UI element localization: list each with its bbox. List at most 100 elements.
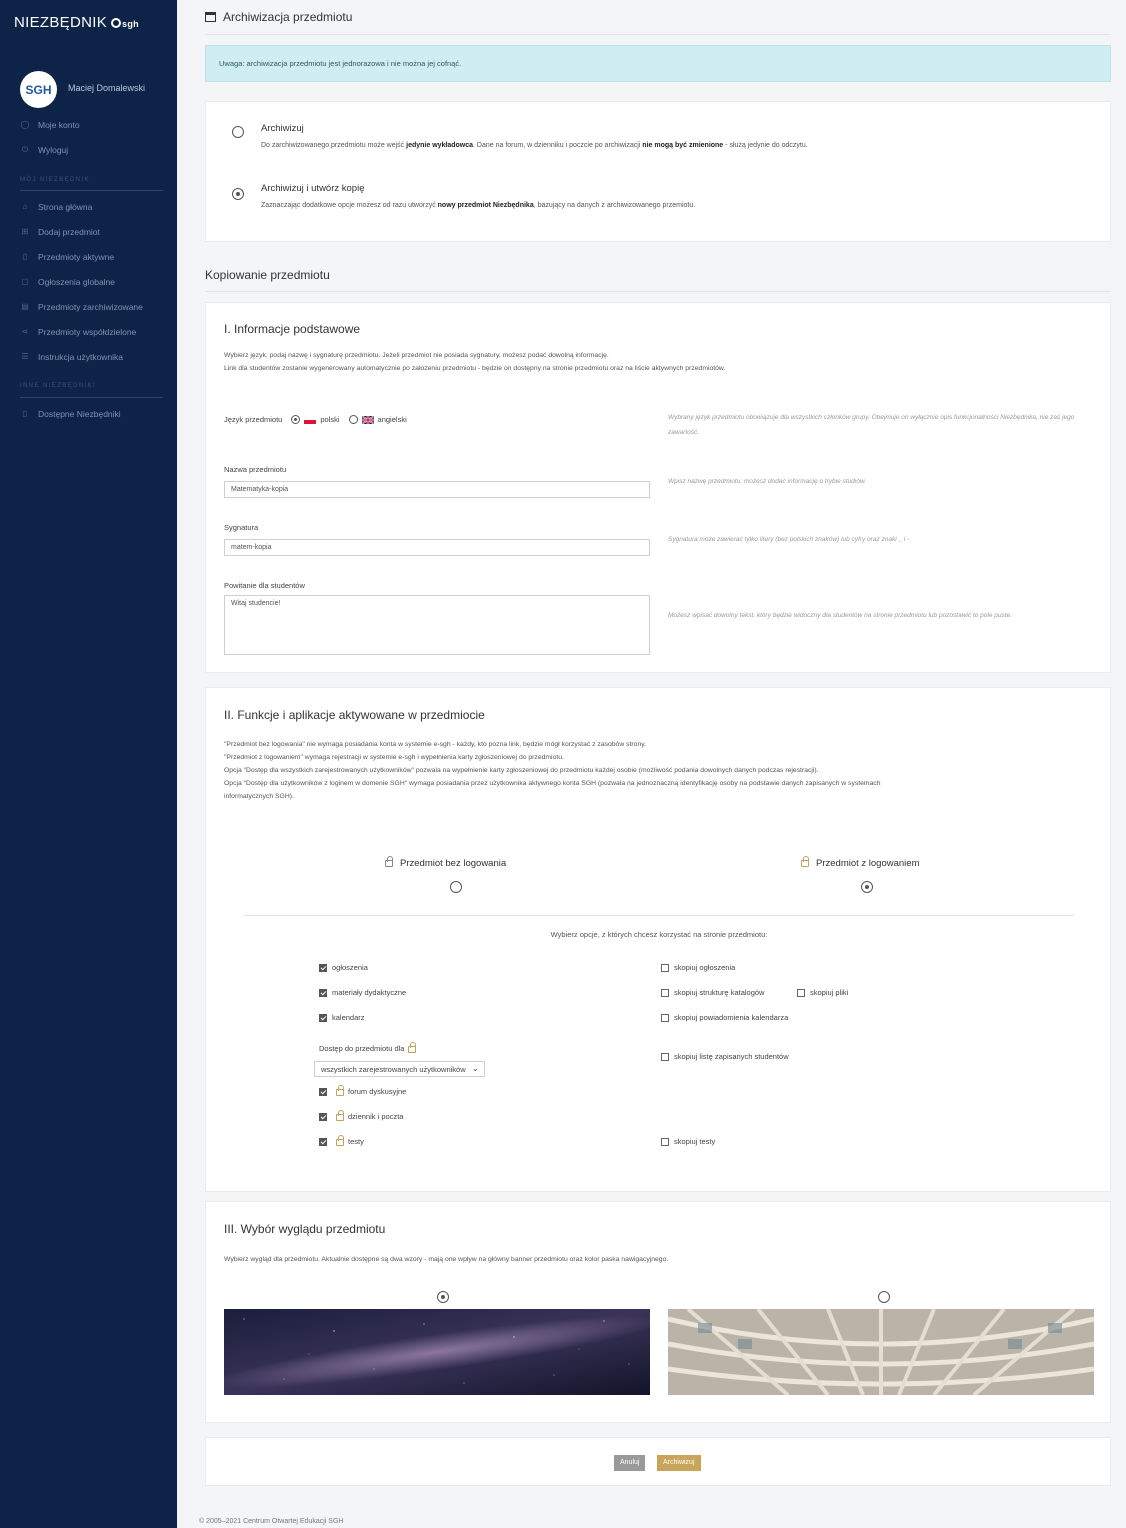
name-label: Nazwa przedmiotu bbox=[224, 465, 287, 474]
option-copy-tests[interactable]: skopiuj testy bbox=[661, 1137, 715, 1147]
archive-copy-title: Archiwizuj i utwórz kopię bbox=[261, 183, 365, 194]
functions-card: II. Funkcje i aplikacje aktywowane w prz… bbox=[205, 687, 1111, 1192]
avatar: SGH bbox=[20, 71, 57, 108]
course-name-input[interactable]: Matematyka-kopia bbox=[224, 481, 650, 498]
option-copy-announcements[interactable]: skopiuj ogłoszenia bbox=[661, 963, 735, 973]
sidebar-item-account[interactable]: ◯ Moje konto bbox=[0, 112, 177, 137]
lang-en-radio[interactable] bbox=[348, 415, 358, 424]
no-login-option-label: Przedmiot bez logowania bbox=[381, 856, 506, 869]
warning-alert: Uwaga: archiwizacja przedmiotu jest jedn… bbox=[205, 45, 1111, 82]
divider bbox=[205, 291, 1111, 292]
signature-input[interactable]: matem-kopia bbox=[224, 539, 650, 556]
basic-info-card: I. Informacje podstawowe Wybierz język, … bbox=[205, 302, 1111, 673]
checkbox[interactable] bbox=[319, 1113, 327, 1122]
welcome-hint: Możesz wpisać dowolny tekst, który będzi… bbox=[668, 612, 1012, 619]
lock-icon bbox=[801, 856, 809, 867]
app-logo[interactable]: NIEZBĘDNIK sgh bbox=[14, 14, 139, 31]
appearance-title: III. Wybór wyglądu przedmiotu bbox=[224, 1222, 386, 1236]
option-materials[interactable]: materiały dydaktyczne bbox=[319, 988, 406, 998]
share-icon: ⋖ bbox=[21, 327, 29, 336]
sidebar-item-shared-courses[interactable]: ⋖ Przedmioty współdzielone bbox=[0, 319, 177, 344]
archive-radio[interactable] bbox=[232, 126, 244, 138]
lock-icon bbox=[385, 856, 393, 867]
lock-icon bbox=[336, 1084, 344, 1096]
section-heading-my: MÓJ NIEZBĘDNIK bbox=[20, 177, 90, 183]
divider bbox=[20, 397, 163, 398]
username: Maciej Domalewski bbox=[68, 83, 146, 93]
checkbox[interactable] bbox=[661, 1138, 669, 1147]
option-copy-files[interactable]: skopiuj pliki bbox=[797, 988, 848, 998]
home-icon: ⌂ bbox=[22, 202, 28, 211]
checkbox[interactable] bbox=[319, 1138, 327, 1147]
lang-pl-radio[interactable] bbox=[291, 415, 301, 424]
book-icon: ▯ bbox=[22, 409, 28, 418]
actions-card: Anuluj Archiwizuj bbox=[205, 1437, 1111, 1486]
book-icon: ▯ bbox=[22, 252, 28, 261]
option-calendar[interactable]: kalendarz bbox=[319, 1013, 365, 1023]
sidebar-item-global-announcements[interactable]: ▢ Ogłoszenia globalne bbox=[0, 269, 177, 294]
welcome-textarea[interactable]: Witaj studencie! bbox=[224, 595, 650, 655]
section-title-copy: Kopiowanie przedmiotu bbox=[205, 268, 330, 282]
option-announcements[interactable]: ogłoszenia bbox=[319, 963, 368, 973]
chevron-down-icon: ⌄ bbox=[471, 1064, 479, 1073]
basic-info-desc: Wybierz język, podaj nazwę i sygnaturę p… bbox=[224, 352, 726, 372]
checkbox[interactable] bbox=[319, 964, 327, 973]
checkbox[interactable] bbox=[319, 989, 327, 998]
options-prompt: Wybierz opcje, z których chcesz korzysta… bbox=[550, 930, 768, 939]
no-login-radio[interactable] bbox=[450, 881, 462, 893]
appearance-card: III. Wybór wyglądu przedmiotu Wybierz wy… bbox=[205, 1201, 1111, 1423]
option-tests[interactable]: testy bbox=[319, 1134, 364, 1147]
with-login-radio[interactable] bbox=[861, 881, 873, 893]
checkbox[interactable] bbox=[661, 1053, 669, 1062]
checkbox[interactable] bbox=[797, 989, 805, 998]
page-title: Archiwizacja przedmiotu bbox=[205, 10, 352, 24]
checkbox[interactable] bbox=[319, 1014, 327, 1023]
option-copy-folders[interactable]: skopiuj strukturę katalogów bbox=[661, 988, 764, 998]
option-diary-mail[interactable]: dziennik i poczta bbox=[319, 1109, 403, 1122]
basic-info-title: I. Informacje podstawowe bbox=[224, 322, 361, 336]
account-nav: ◯ Moje konto ⏻ Wyloguj bbox=[0, 112, 177, 162]
plus-icon: ⊞ bbox=[21, 227, 29, 236]
theme-galaxy-radio[interactable] bbox=[437, 1291, 449, 1303]
access-select[interactable]: wszystkich zarejestrowanych użytkowników… bbox=[314, 1061, 485, 1077]
language-row: Język przedmiotu polski angielski bbox=[224, 415, 407, 424]
galaxy-banner-image[interactable] bbox=[224, 1309, 650, 1395]
archive-icon bbox=[205, 12, 216, 22]
theme-architecture-radio[interactable] bbox=[878, 1291, 890, 1303]
sidebar-item-archived-courses[interactable]: ▤ Przedmioty zarchiwizowane bbox=[0, 294, 177, 319]
list-icon: ☰ bbox=[21, 352, 29, 361]
option-copy-calendar[interactable]: skopiuj powiadomienia kalendarza bbox=[661, 1013, 788, 1023]
option-copy-students[interactable]: skopiuj listę zapisanych studentów bbox=[661, 1052, 789, 1062]
checkbox[interactable] bbox=[319, 1088, 327, 1097]
poland-flag-icon bbox=[304, 415, 317, 424]
sidebar-item-user-guide[interactable]: ☰ Instrukcja użytkownika bbox=[0, 344, 177, 369]
other-nav: ▯ Dostępne Niezbędniki bbox=[0, 401, 177, 426]
main-nav: ⌂ Strona główna ⊞ Dodaj przedmiot ▯ Przedmi… bbox=[0, 194, 177, 369]
archive-copy-desc: Zaznaczając dodatkowe opcje możesz od ra… bbox=[261, 202, 696, 209]
main-content: Archiwizacja przedmiotu Uwaga: archiwiza… bbox=[177, 0, 1126, 1528]
welcome-label: Powitanie dla studentów bbox=[224, 581, 305, 590]
with-login-option-label: Przedmiot z logowaniem bbox=[797, 856, 920, 869]
signature-label: Sygnatura bbox=[224, 523, 259, 532]
lang-pl-label: polski bbox=[320, 415, 340, 424]
sidebar-item-available[interactable]: ▯ Dostępne Niezbędniki bbox=[0, 401, 177, 426]
appearance-desc: Wybierz wygląd dla przedmiotu. Aktualnie… bbox=[224, 1256, 669, 1263]
checkbox[interactable] bbox=[661, 964, 669, 973]
checkbox[interactable] bbox=[661, 1014, 669, 1023]
signature-hint: Sygnatura może zawierać tylko litery (be… bbox=[668, 536, 910, 543]
checkbox[interactable] bbox=[661, 989, 669, 998]
archive-button[interactable]: Archiwizuj bbox=[657, 1455, 701, 1471]
access-label: Dostęp do przedmiotu dla bbox=[319, 1041, 420, 1053]
archive-copy-option: Archiwizuj i utwórz kopię Zaznaczając do… bbox=[261, 183, 695, 209]
sidebar-item-logout[interactable]: ⏻ Wyloguj bbox=[0, 137, 177, 162]
architecture-banner-image[interactable] bbox=[668, 1309, 1094, 1395]
sidebar-item-active-courses[interactable]: ▯ Przedmioty aktywne bbox=[0, 244, 177, 269]
lock-icon bbox=[336, 1109, 344, 1121]
section-heading-other: INNE NIEZBĘDNIKI bbox=[20, 383, 97, 389]
cancel-button[interactable]: Anuluj bbox=[614, 1455, 646, 1471]
option-forum[interactable]: forum dyskusyjne bbox=[319, 1084, 406, 1097]
archive-copy-radio[interactable] bbox=[232, 188, 244, 200]
sidebar-item-add-course[interactable]: ⊞ Dodaj przedmiot bbox=[0, 219, 177, 244]
user-icon: ◯ bbox=[20, 120, 30, 129]
sidebar-item-home[interactable]: ⌂ Strona główna bbox=[0, 194, 177, 219]
